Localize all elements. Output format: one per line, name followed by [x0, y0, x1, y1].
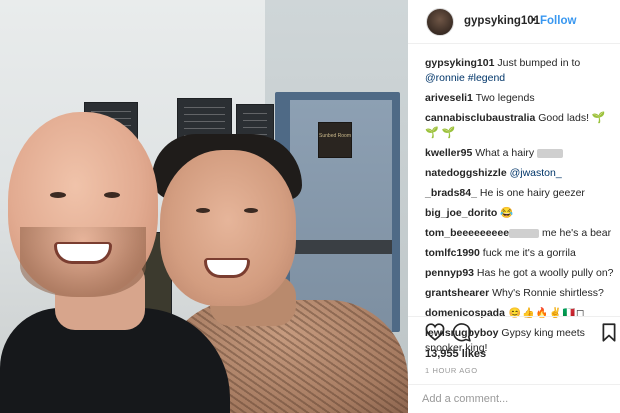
- avatar[interactable]: [426, 8, 454, 36]
- comment-icon[interactable]: [452, 323, 472, 342]
- comment-username[interactable]: _brads84_: [425, 187, 477, 199]
- comment-item: domenicospada 😊👍🔥✌🇮🇹◻: [425, 306, 615, 321]
- comment-item: tom_beeeeeeeee me he's a bear: [425, 226, 615, 241]
- post-timestamp: 1 HOUR AGO: [425, 366, 478, 375]
- comment-text: Two legends: [472, 92, 535, 104]
- actions-divider: [408, 316, 620, 317]
- bookmark-icon[interactable]: [602, 323, 616, 342]
- comment-username[interactable]: domenicospada: [425, 307, 505, 319]
- comment-text: Just bumped in to: [494, 57, 581, 69]
- comment-username[interactable]: tom_beeeeeeeee: [425, 227, 509, 239]
- comment-text: What a hairy: [472, 147, 538, 159]
- comment-text: He is one hairy geezer: [476, 187, 585, 199]
- comment-emoji: 😊👍🔥✌🇮🇹◻: [504, 308, 586, 319]
- censored-text-block: [509, 228, 540, 238]
- comment-text: fuck me it's a gorrila: [479, 247, 576, 259]
- photo-door-sign: Sunbed Room: [318, 122, 352, 158]
- comment-item: kweller95 What a hairy: [425, 146, 615, 161]
- follow-button[interactable]: Follow: [540, 15, 576, 27]
- comment-text: Has he got a woolly pully on?: [474, 267, 614, 279]
- comment-username[interactable]: natedoggshizzle: [425, 167, 507, 179]
- censored-text-block: [537, 148, 564, 158]
- caption: gypsyking101 Just bumped in to @ronnie #…: [425, 56, 615, 86]
- comment-item: natedoggshizzle @jwaston_: [425, 166, 615, 181]
- comment-emoji: 😂: [497, 207, 514, 219]
- comment-item: _brads84_ He is one hairy geezer: [425, 186, 615, 201]
- comment-username[interactable]: big_joe_dorito: [425, 207, 497, 219]
- heart-icon[interactable]: [425, 323, 445, 341]
- comment-item: big_joe_dorito 😂: [425, 206, 615, 221]
- comment-username[interactable]: tomlfc1990: [425, 247, 480, 259]
- comment-username[interactable]: ariveseli1: [425, 92, 473, 104]
- comment-username[interactable]: gypsyking101: [425, 57, 494, 69]
- comment-item: pennyp93 Has he got a woolly pully on?: [425, 266, 615, 281]
- comment-text: Good lads!: [535, 112, 592, 124]
- comment-hashtag[interactable]: #legend: [468, 72, 505, 84]
- comment-mention[interactable]: @ronnie: [425, 72, 465, 84]
- comment-item: ariveseli1 Two legends: [425, 91, 615, 106]
- post-side-panel: gypsyking101 • Follow gypsyking101 Just …: [408, 0, 620, 413]
- comment-mention[interactable]: @jwaston_: [507, 167, 562, 179]
- post-photo[interactable]: Sunbed Room: [0, 0, 408, 413]
- header-username[interactable]: gypsyking101: [464, 15, 540, 27]
- likes-count[interactable]: 13,955 likes: [425, 348, 486, 360]
- comment-text: me he's a bear: [539, 227, 612, 239]
- header-separator: •: [532, 14, 536, 26]
- photo-person-left-face: [8, 112, 158, 297]
- comment-username[interactable]: kweller95: [425, 147, 472, 159]
- photo-door-kickplate: [290, 240, 392, 254]
- add-comment-divider: [408, 384, 620, 385]
- comment-item: tomlfc1990 fuck me it's a gorrila: [425, 246, 615, 261]
- comment-username[interactable]: cannabisclubaustralia: [425, 112, 535, 124]
- add-comment-input[interactable]: [422, 388, 612, 410]
- comment-username[interactable]: pennyp93: [425, 267, 474, 279]
- photo-person-right-face: [160, 150, 296, 306]
- comment-item: grantshearer Why's Ronnie shirtless?: [425, 286, 615, 301]
- post-header: gypsyking101 • Follow: [408, 0, 620, 44]
- comment-username[interactable]: grantshearer: [425, 287, 489, 299]
- comment-item: cannabisclubaustralia Good lads! 🌱 🌱 🌱: [425, 111, 615, 141]
- comment-text: Why's Ronnie shirtless?: [489, 287, 604, 299]
